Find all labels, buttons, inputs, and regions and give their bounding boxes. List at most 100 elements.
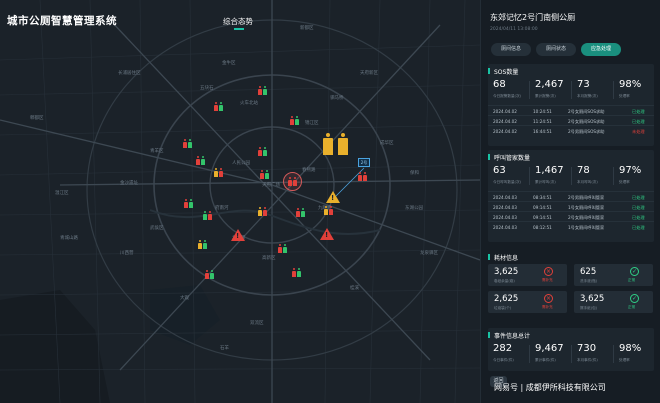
selected-location-tag[interactable]: 2号 (358, 158, 370, 167)
stat-label: 今日事件(件) (493, 358, 514, 362)
stat-label: 累计报警(次) (535, 94, 556, 98)
row-status: 已处理 (632, 225, 645, 230)
map-label: 郫都区 (30, 116, 44, 121)
map-label: 高新区 (262, 256, 276, 261)
sos-section: SOS数量 68 今日报警数量(次) 2,467 累计报警(次) 73 本月报警… (488, 64, 654, 146)
map-label: 天府新区 (360, 71, 378, 76)
table-row[interactable]: 2024.04.03 09:14:51 2号女厕间呼叫管家 已处理 (488, 211, 654, 221)
call-table: 2024.04.03 08:34:51 2号男厕间呼叫管家 已处理 2024.0… (488, 191, 654, 231)
toilet-marker[interactable] (196, 156, 205, 165)
stat-label: 处理率 (619, 358, 630, 362)
consumable-card[interactable]: 3,625 擦手纸(包) ✓ 正常 (574, 291, 653, 313)
card-value: 3,625 (580, 294, 605, 304)
stat-label: 本月呼叫(次) (577, 180, 598, 184)
map-label: 双流区 (250, 321, 264, 326)
map-roads (0, 0, 480, 403)
stat-value: 68 (493, 79, 506, 90)
row-time: 09:14:51 (533, 205, 552, 210)
stat-value: 73 (577, 79, 590, 90)
card-value: 3,625 (494, 267, 519, 277)
map-label: 桂溪 (350, 286, 359, 291)
row-time: 16:44:51 (533, 129, 552, 134)
alarm-ring-marker[interactable] (283, 172, 302, 191)
table-row[interactable]: 2024.04.03 09:14:51 1号女厕间呼叫管家 已处理 (488, 201, 654, 211)
map-label: 天府广场 (262, 183, 280, 188)
toilet-marker[interactable] (258, 147, 267, 156)
stat-value: 730 (577, 343, 597, 354)
toilet-marker[interactable] (214, 168, 223, 177)
events-section: 事件信息总计 282 今日事件(件) 9,467 累计事件(件) 730 本月事… (488, 328, 654, 371)
map-label: 川西营 (120, 251, 134, 256)
card-label: 洗手液(瓶) (580, 279, 598, 283)
sos-table: 2024.04.02 10:24:51 2号女厕间SOS求助 已处理 2024.… (488, 105, 654, 135)
card-value: 625 (580, 267, 597, 277)
row-date: 2024.04.03 (493, 225, 517, 230)
row-date: 2024.04.03 (493, 205, 517, 210)
stat-value: 1,467 (535, 165, 564, 176)
card-status: 正常 (628, 305, 636, 309)
toilet-marker[interactable] (258, 207, 267, 216)
city-map[interactable]: 长浦居住区 金牛区 天府新区 锦江区 成华区 武侯区 青羊区 天府广场 春熙路 … (0, 0, 480, 403)
stat-value: 9,467 (535, 343, 564, 354)
map-label: 长浦居住区 (118, 71, 141, 76)
toilet-marker[interactable] (205, 270, 214, 279)
row-time: 08:34:51 (533, 195, 552, 200)
row-date: 2024.04.02 (493, 119, 517, 124)
alert-icon[interactable]: ! (231, 229, 245, 241)
emergency-button[interactable]: 应急处理 (581, 43, 621, 56)
tab-underline (234, 28, 244, 30)
events-title: 事件信息总计 (488, 331, 530, 340)
stall-info-button[interactable]: 厕间信息 (491, 43, 531, 56)
toilet-marker[interactable] (290, 116, 299, 125)
table-row[interactable]: 2024.04.02 10:24:51 2号女厕间SOS求助 已处理 (488, 105, 654, 115)
warning-icon[interactable]: ! (326, 191, 340, 203)
consumable-card[interactable]: 625 洗手液(瓶) ✓ 正常 (574, 264, 653, 286)
stat-value: 63 (493, 165, 506, 176)
stat-value: 97% (619, 165, 642, 176)
table-row[interactable]: 2024.04.03 08:34:51 2号男厕间呼叫管家 已处理 (488, 191, 654, 201)
stat-label: 累计事件(件) (535, 358, 556, 362)
consumable-card[interactable]: 2,625 垃圾袋(个) × 需补充 (488, 291, 567, 313)
stat-value: 2,467 (535, 79, 564, 90)
row-date: 2024.04.02 (493, 109, 517, 114)
map-label: 温江区 (55, 191, 69, 196)
stat-rate-call: 97% 处理率 (614, 163, 654, 189)
toilet-marker[interactable] (203, 211, 212, 220)
consumable-card[interactable]: 3,625 卷纸余量(卷) × 需补充 (488, 264, 567, 286)
map-label: 成华区 (380, 141, 394, 146)
row-date: 2024.04.03 (493, 195, 517, 200)
row-desc: 1号女厕间呼叫管家 (568, 225, 605, 230)
stat-value: 282 (493, 343, 513, 354)
toilet-marker-large[interactable] (323, 133, 348, 155)
toilet-marker[interactable] (184, 199, 193, 208)
toilet-marker[interactable] (183, 139, 192, 148)
stat-total-events: 9,467 累计事件(件) (530, 341, 570, 367)
toilet-marker[interactable] (292, 268, 301, 277)
stat-today-sos: 68 今日报警数量(次) (488, 77, 528, 103)
stat-label: 本月报警(次) (577, 94, 598, 98)
stat-label: 累计呼叫(次) (535, 180, 556, 184)
toilet-marker-selected[interactable] (358, 172, 367, 181)
toilet-marker[interactable] (296, 208, 305, 217)
stall-status-button[interactable]: 厕间状态 (536, 43, 576, 56)
alert-icon[interactable]: ! (320, 228, 334, 240)
toilet-marker[interactable] (198, 240, 207, 249)
tab-overview[interactable]: 综合态势 (223, 16, 253, 27)
map-label: 金牛区 (222, 61, 236, 66)
card-value: 2,625 (494, 294, 519, 304)
table-row[interactable]: 2024.04.03 08:12:51 1号女厕间呼叫管家 已处理 (488, 221, 654, 231)
map-label: 人民公园 (232, 161, 250, 166)
table-row[interactable]: 2024.04.02 11:24:51 2号女厕间SOS求助 已处理 (488, 115, 654, 125)
toilet-marker[interactable] (324, 206, 333, 215)
detail-panel: 东郊记忆2号门南侧公厕 2024/04/11 13:08:00 厕间信息 厕间状… (480, 0, 660, 403)
toilet-marker[interactable] (260, 170, 269, 179)
stat-today-call: 63 今日呼叫数量(次) (488, 163, 528, 189)
toilet-marker[interactable] (278, 244, 287, 253)
row-date: 2024.04.02 (493, 129, 517, 134)
table-row[interactable]: 2024.04.02 16:44:51 2号男厕间SOS求助 未处理 (488, 125, 654, 135)
app-title: 城市公厕智慧管理系统 (7, 15, 117, 27)
toilet-marker[interactable] (258, 86, 267, 95)
stat-total-call: 1,467 累计呼叫(次) (530, 163, 570, 189)
toilet-marker[interactable] (214, 102, 223, 111)
stat-month-events: 730 本月事件(件) (572, 341, 612, 367)
